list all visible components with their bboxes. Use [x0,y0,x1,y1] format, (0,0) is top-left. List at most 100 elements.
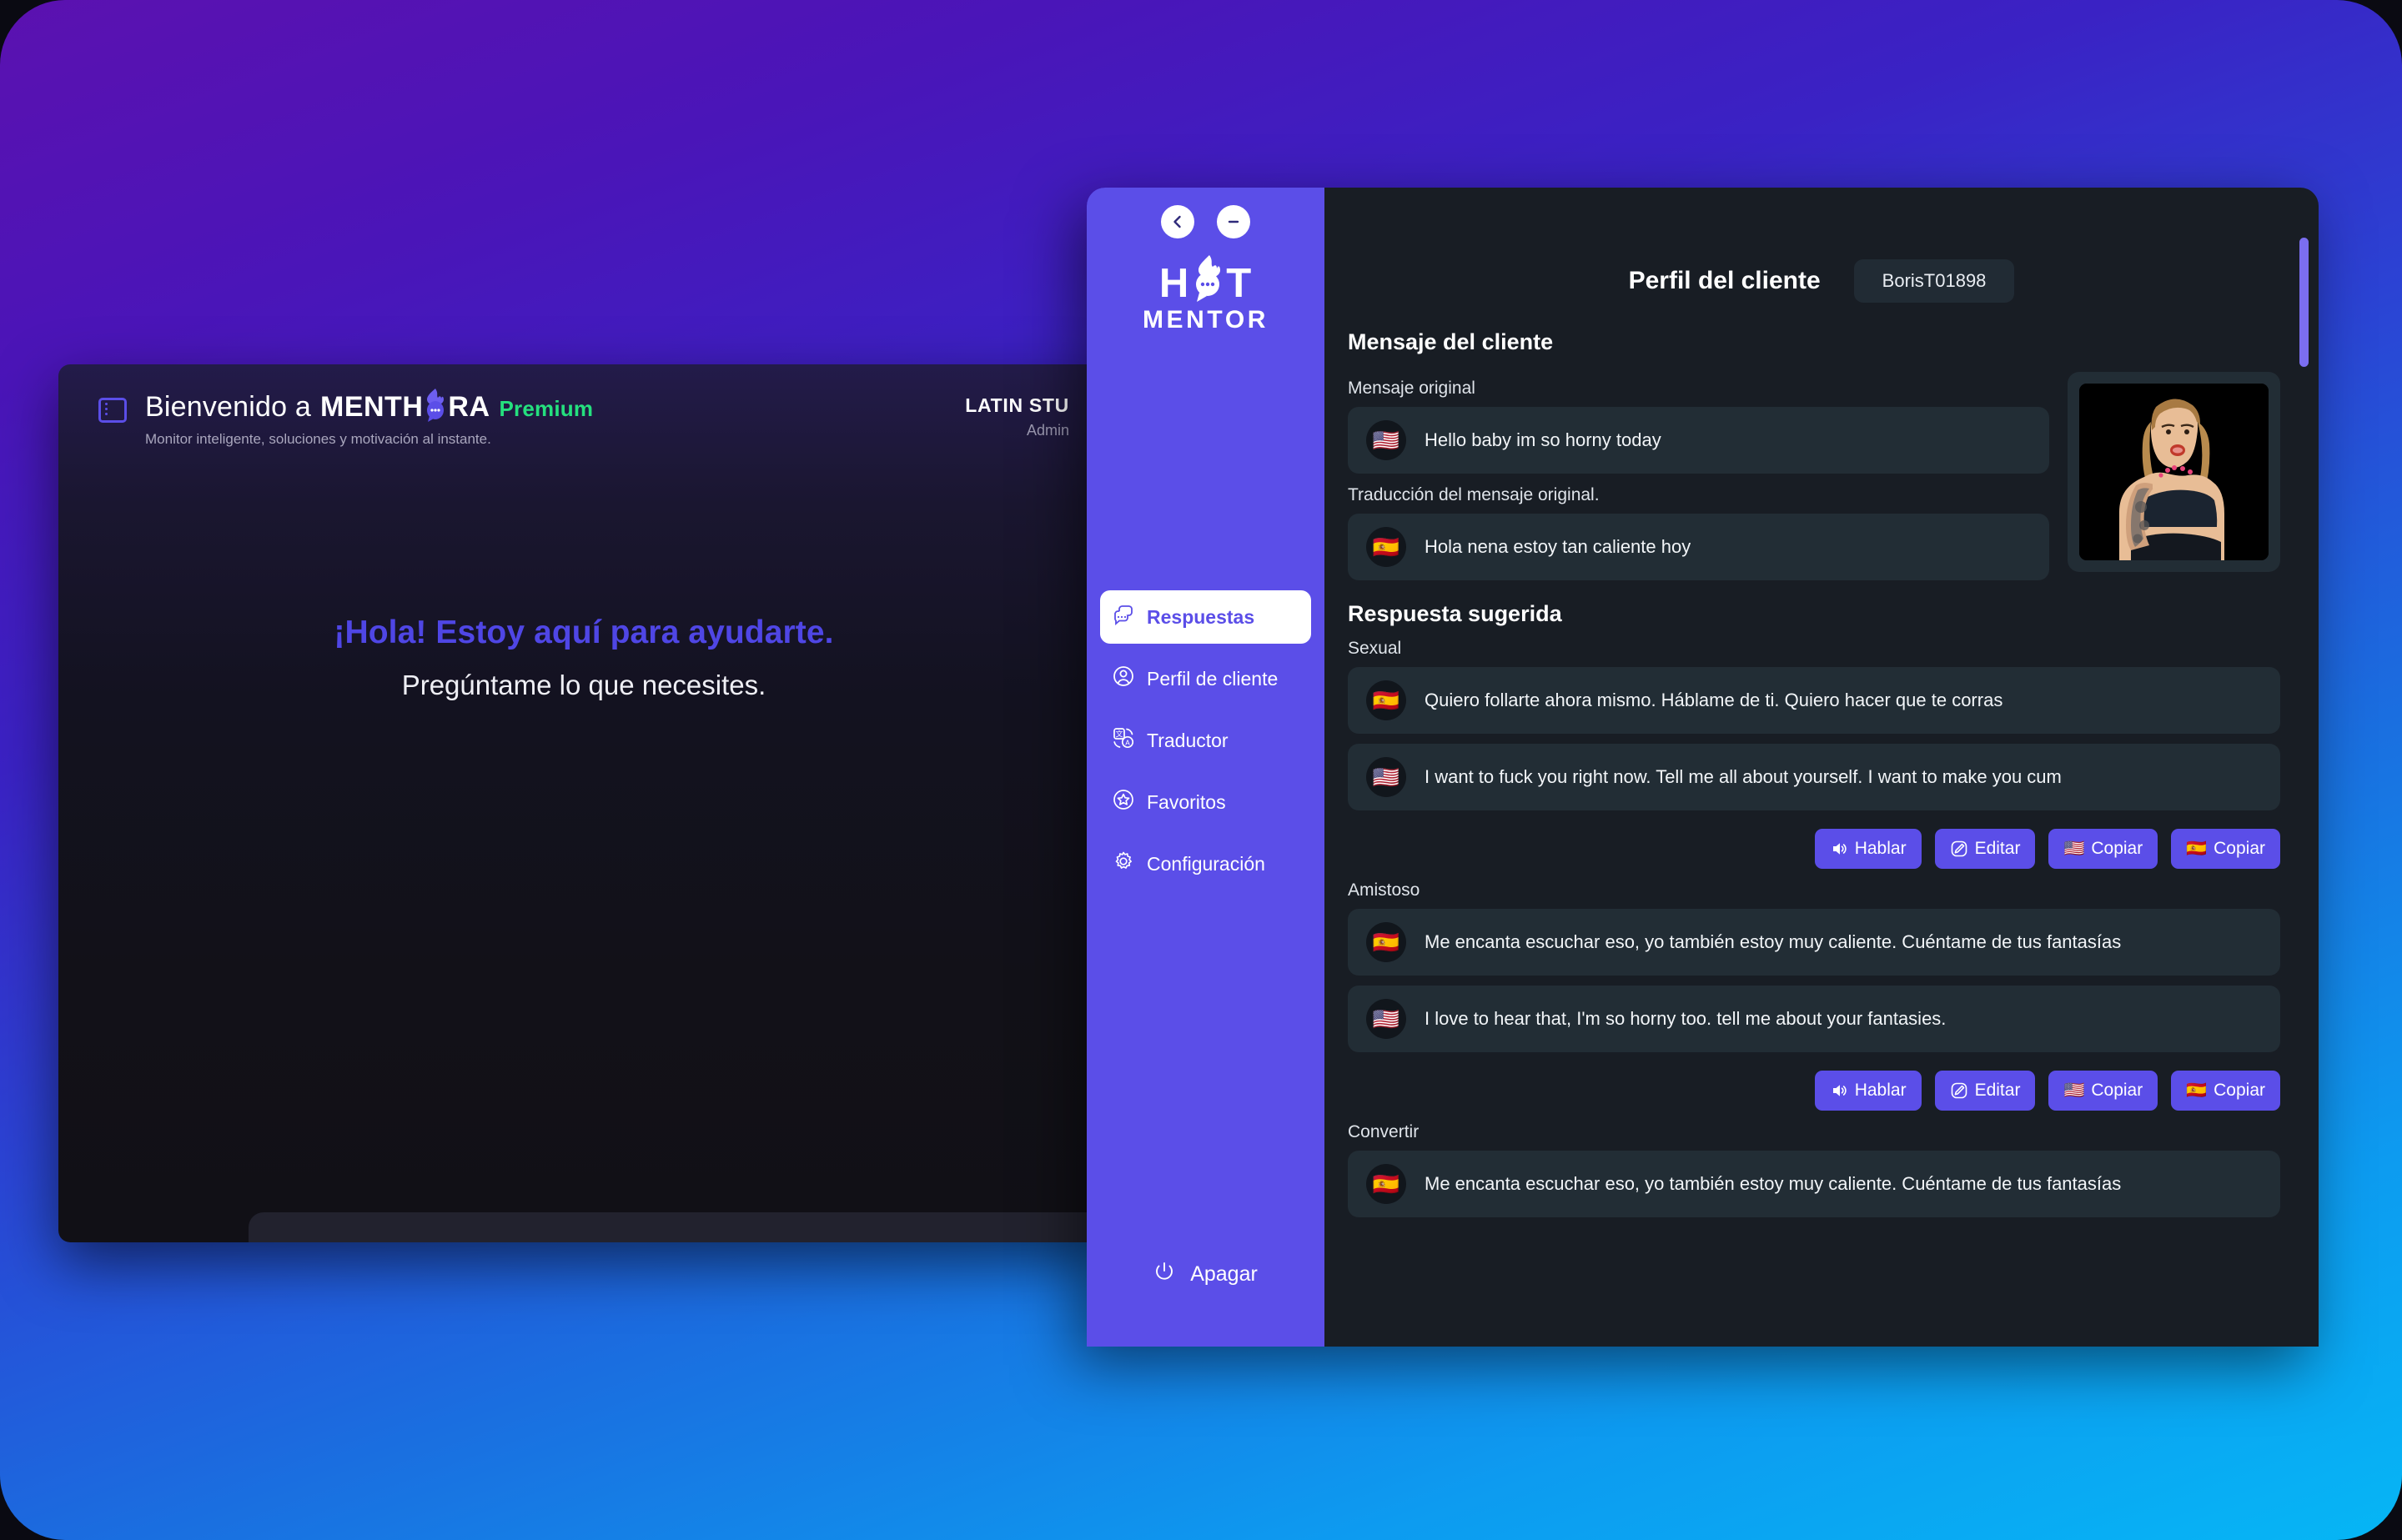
response-bubble-es[interactable]: 🇪🇸 Quiero follarte ahora mismo. Háblame … [1348,667,2280,734]
brand-post: RA [448,391,490,423]
message-input-wrapper [249,1212,1109,1242]
panel-left-icon[interactable] [98,398,127,423]
edit-label: Editar [1974,839,2021,858]
welcome-prefix: Bienvenido a [145,391,311,423]
menthora-header: Bienvenido a MENTH RA Premium Monitor int… [58,364,1109,464]
speak-label: Hablar [1854,839,1907,858]
power-icon [1153,1261,1175,1288]
pencil-icon [1951,1082,1967,1099]
chat-bubbles-icon [1112,603,1135,631]
sidebar-item-configuracion[interactable]: Configuración [1100,837,1311,890]
response-actions: Hablar Editar 🇺🇸 Copiar 🇪🇸 Copiar [1348,1071,2280,1111]
client-photo [2079,384,2269,560]
sidebar-item-label: Configuración [1147,852,1265,875]
hero-title: ¡Hola! Estoy aquí para ayudarte. [334,614,834,650]
edit-label: Editar [1974,1081,2021,1100]
response-text-en: I want to fuck you right now. Tell me al… [1425,766,2062,788]
speak-button[interactable]: Hablar [1814,829,1922,869]
content-scrollbar[interactable] [2299,238,2309,1196]
studio-name: LATIN STU [965,394,1069,416]
response-group-sexual: Sexual 🇪🇸 Quiero follarte ahora mismo. H… [1348,639,2280,869]
us-flag-icon: 🇺🇸 [2063,1081,2085,1100]
client-message-title: Mensaje del cliente [1348,329,1554,354]
flame-logo-icon [423,389,448,422]
menthora-header-left: Bienvenido a MENTH RA Premium Monitor int… [98,389,594,448]
response-bubble-en[interactable]: 🇺🇸 I love to hear that, I'm so horny too… [1348,986,2280,1052]
translation-bubble[interactable]: 🇪🇸 Hola nena estoy tan caliente hoy [1348,514,2049,580]
sidebar-item-traductor[interactable]: 文 A Traductor [1100,714,1311,767]
es-flag-icon: 🇪🇸 [1366,680,1406,720]
page-title: Bienvenido a MENTH RA Premium [145,389,594,424]
scrollbar-thumb[interactable] [2299,238,2309,367]
logo-h: H [1158,261,1190,306]
menthora-title-block: Bienvenido a MENTH RA Premium Monitor int… [145,389,594,448]
response-text-es: Quiero follarte ahora mismo. Háblame de … [1425,690,2003,711]
sidebar-item-label: Favoritos [1147,790,1226,813]
logo-line-2: MENTOR [1142,305,1269,334]
sidebar-item-label: Traductor [1147,729,1229,751]
star-circle-icon [1112,788,1135,816]
client-username-badge[interactable]: BorisT01898 [1853,259,2015,303]
response-group-label: Convertir [1348,1122,1420,1141]
gear-icon [1112,850,1135,878]
hero-subtitle: Pregúntame lo que necesites. [401,670,766,700]
es-flag-icon: 🇪🇸 [1366,527,1406,567]
original-message-bubble[interactable]: 🇺🇸 Hello baby im so horny today [1348,407,2049,474]
sidebar-item-respuestas[interactable]: Respuestas [1100,590,1311,644]
response-text-es: Me encanta escuchar eso, yo también esto… [1425,931,2122,953]
response-text-es: Me encanta escuchar eso, yo también esto… [1425,1173,2122,1195]
copy-spanish-label: Copiar [2214,1081,2265,1100]
client-message-row: Mensaje original 🇺🇸 Hello baby im so hor… [1348,367,2280,586]
speak-button[interactable]: Hablar [1814,1071,1922,1111]
brand-pre: MENTH [320,391,424,423]
user-role: Admin [1026,422,1069,439]
copy-spanish-label: Copiar [2214,839,2265,858]
response-group-amistoso: Amistoso 🇪🇸 Me encanta escuchar eso, yo … [1348,880,2280,1111]
power-off-button[interactable]: Apagar [1087,1261,1324,1288]
sidebar-item-label: Perfil de cliente [1147,667,1279,690]
menthora-hero: ¡Hola! Estoy aquí para ayudarte. Pregúnt… [58,614,1109,701]
us-flag-icon: 🇺🇸 [2063,840,2085,858]
us-flag-icon: 🇺🇸 [1366,999,1406,1039]
response-group-label: Amistoso [1348,880,1420,900]
speaker-icon [1832,1085,1847,1096]
response-bubble-es[interactable]: 🇪🇸 Me encanta escuchar eso, yo también e… [1348,909,2280,976]
edit-button[interactable]: Editar [1934,829,2036,869]
hotmentor-logo: H T MENTOR [1087,255,1324,334]
speaker-icon [1832,843,1847,855]
menthora-header-right: LATIN STU Admin [965,391,1069,439]
sidebar-item-perfil-de-cliente[interactable]: Perfil de cliente [1100,652,1311,705]
sidebar-nav: Respuestas Perfil de cliente 文 A Traduct… [1087,590,1324,899]
copy-spanish-button[interactable]: 🇪🇸 Copiar [2171,829,2280,869]
message-input[interactable] [249,1212,1109,1242]
client-photo-card [2068,372,2280,572]
translate-icon: 文 A [1112,726,1135,755]
menthora-subtitle: Monitor inteligente, soluciones y motiva… [145,431,491,447]
minimize-button[interactable] [1217,205,1250,238]
logo-line-1: H T [1158,255,1253,306]
copy-english-label: Copiar [2091,839,2143,858]
hotmentor-window: H T MENTOR Respuestas Perfil de cliente … [1087,188,2319,1347]
panel-title: Perfil del cliente [1628,267,1821,294]
original-message-text: Hello baby im so horny today [1425,429,1661,451]
client-message-column: Mensaje original 🇺🇸 Hello baby im so hor… [1348,367,2049,586]
sidebar-item-favoritos[interactable]: Favoritos [1100,775,1311,829]
response-bubble-en[interactable]: 🇺🇸 I want to fuck you right now. Tell me… [1348,744,2280,810]
response-actions: Hablar Editar 🇺🇸 Copiar 🇪🇸 Copiar [1348,829,2280,869]
response-group-convertir: Convertir 🇪🇸 Me encanta escuchar eso, yo… [1348,1122,2280,1217]
response-text-en: I love to hear that, I'm so horny too. t… [1425,1008,1947,1030]
speak-label: Hablar [1854,1081,1907,1100]
flame-chat-icon [1189,255,1226,303]
copy-english-button[interactable]: 🇺🇸 Copiar [2048,829,2158,869]
logo-t: T [1226,261,1253,306]
copy-spanish-button[interactable]: 🇪🇸 Copiar [2171,1071,2280,1111]
user-circle-icon [1112,665,1135,693]
back-button[interactable] [1161,205,1194,238]
copy-english-button[interactable]: 🇺🇸 Copiar [2048,1071,2158,1111]
copy-english-label: Copiar [2091,1081,2143,1100]
minimize-icon [1228,220,1239,223]
premium-badge: Premium [499,396,594,421]
es-flag-icon: 🇪🇸 [1366,1164,1406,1204]
edit-button[interactable]: Editar [1934,1071,2036,1111]
response-bubble-es[interactable]: 🇪🇸 Me encanta escuchar eso, yo también e… [1348,1151,2280,1217]
